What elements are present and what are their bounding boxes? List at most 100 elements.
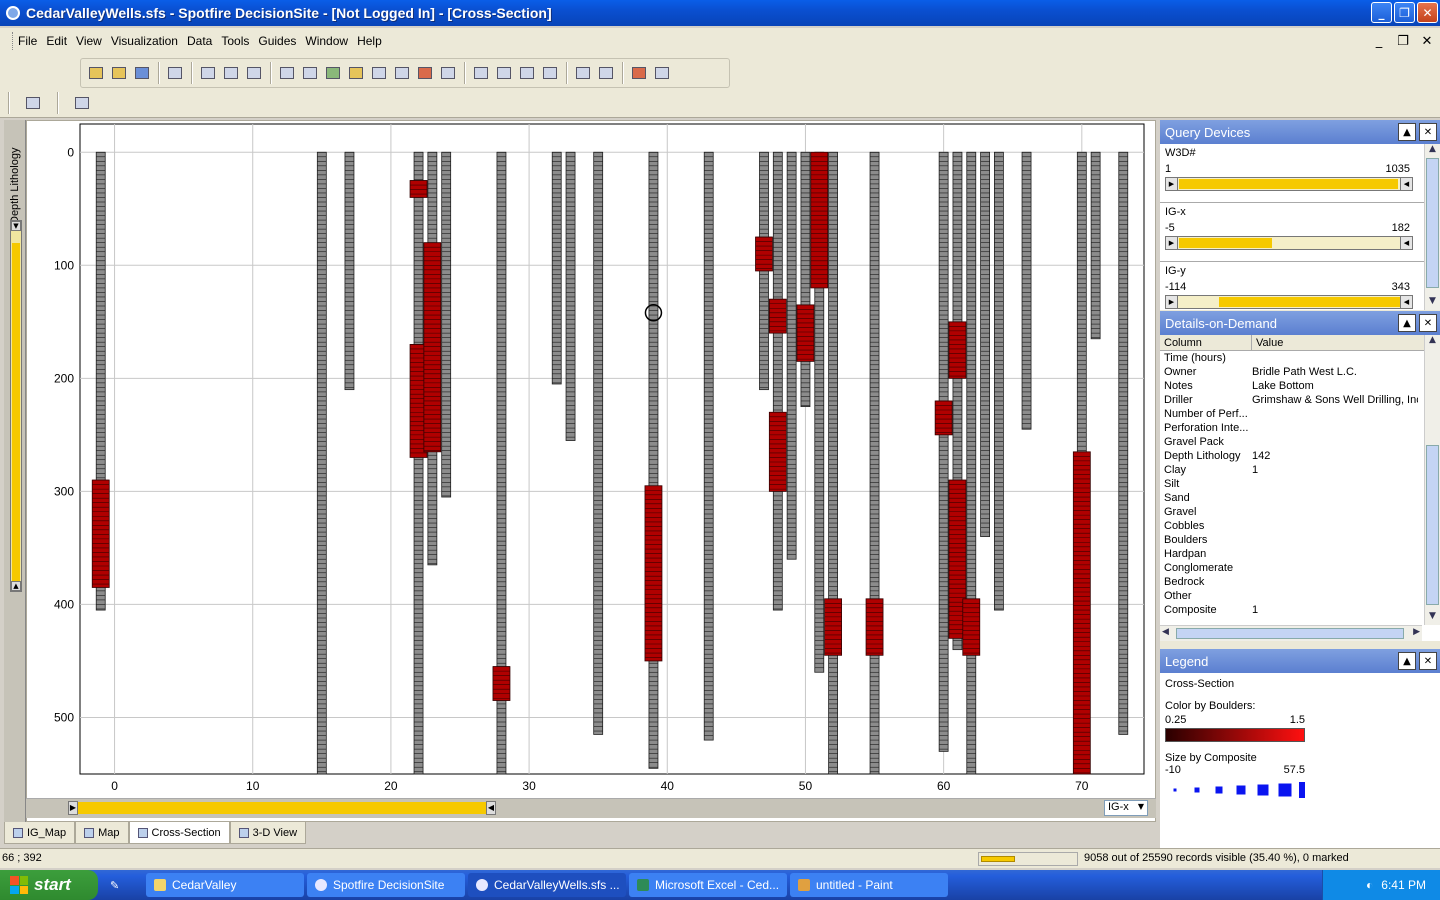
close-icon[interactable]: ✕ bbox=[1419, 123, 1437, 141]
tab-3d-view[interactable]: 3-D View bbox=[229, 822, 307, 844]
minimize-button[interactable]: _ bbox=[1371, 2, 1392, 23]
edit-icon[interactable] bbox=[651, 62, 673, 84]
depth-range-slider[interactable]: ▼ ▲ bbox=[10, 220, 22, 592]
list-icon[interactable] bbox=[595, 62, 617, 84]
layout-icon[interactable] bbox=[470, 62, 492, 84]
taskbar-item-cedarvalley[interactable]: CedarValley bbox=[146, 873, 304, 897]
scroll-left-icon[interactable]: ◀ bbox=[1162, 627, 1169, 637]
range-right-arrow-icon[interactable]: ◀ bbox=[486, 801, 496, 815]
table-icon[interactable] bbox=[437, 62, 459, 84]
save-icon[interactable] bbox=[131, 62, 153, 84]
scroll-thumb[interactable] bbox=[1426, 158, 1439, 288]
scroll-down-icon[interactable]: ▼ bbox=[1425, 611, 1440, 625]
cross-section-plot[interactable]: 0 10 20 30 40 50 60 70 0 100 200 300 400 500 bbox=[26, 120, 1156, 822]
depth-lithology-label[interactable]: Depth Lithology bbox=[6, 124, 24, 224]
menu-help[interactable]: Help bbox=[357, 34, 382, 48]
taskbar-item-excel[interactable]: Microsoft Excel - Ced... bbox=[629, 873, 787, 897]
guide-icon[interactable] bbox=[22, 92, 44, 114]
ig-x-range-fill[interactable] bbox=[78, 802, 486, 814]
scroll-up-icon[interactable]: ▲ bbox=[1425, 335, 1440, 349]
menu-visualization[interactable]: Visualization bbox=[111, 34, 178, 48]
document-minimize-button[interactable]: _ bbox=[1370, 32, 1388, 50]
range-slider-fill[interactable] bbox=[1179, 179, 1398, 189]
range-left-icon[interactable]: ▶ bbox=[1166, 178, 1178, 190]
pie-chart-icon[interactable] bbox=[345, 62, 367, 84]
quick-launch-icon[interactable]: ✎ bbox=[110, 879, 119, 892]
document-close-button[interactable]: ✕ bbox=[1418, 32, 1436, 50]
spotfire-app-icon[interactable] bbox=[6, 6, 20, 20]
range-slider[interactable]: ▶ ◀ bbox=[1165, 295, 1413, 309]
query-devices-scrollbar[interactable]: ▲ ▼ bbox=[1424, 144, 1440, 310]
paste-icon[interactable] bbox=[220, 62, 242, 84]
line-chart-icon[interactable] bbox=[368, 62, 390, 84]
depth-range-fill[interactable] bbox=[12, 243, 20, 581]
copy-icon[interactable] bbox=[197, 62, 219, 84]
range-right-icon[interactable]: ◀ bbox=[1400, 296, 1412, 308]
range-slider[interactable]: ▶ ◀ bbox=[1165, 236, 1413, 250]
tab-cross-section[interactable]: Cross-Section bbox=[128, 822, 230, 844]
scroll-thumb[interactable] bbox=[1176, 628, 1404, 639]
slider-down-icon[interactable]: ▲ bbox=[11, 581, 21, 591]
taskbar-item-paint[interactable]: untitled - Paint bbox=[790, 873, 948, 897]
menu-view[interactable]: View bbox=[76, 34, 102, 48]
details-v-scrollbar[interactable]: ▲ ▼ bbox=[1424, 335, 1440, 625]
slider-up-icon[interactable]: ▼ bbox=[11, 221, 21, 231]
y-tick-label: 400 bbox=[54, 597, 74, 611]
scroll-up-icon[interactable]: ▲ bbox=[1425, 144, 1440, 158]
profile-chart-icon[interactable] bbox=[391, 62, 413, 84]
range-slider-fill[interactable] bbox=[1218, 297, 1401, 307]
column-header[interactable]: Column bbox=[1160, 335, 1252, 350]
heat-map-icon[interactable] bbox=[414, 62, 436, 84]
menu-guides[interactable]: Guides bbox=[258, 34, 296, 48]
tile-horizontal-icon[interactable] bbox=[539, 62, 561, 84]
value-header[interactable]: Value bbox=[1252, 335, 1283, 350]
restore-button[interactable]: ❐ bbox=[1394, 2, 1415, 23]
menu-grip[interactable] bbox=[12, 32, 15, 50]
range-left-icon[interactable]: ▶ bbox=[1166, 296, 1178, 308]
tab-ig-map[interactable]: IG_Map bbox=[4, 822, 76, 844]
tile-vertical-icon[interactable] bbox=[516, 62, 538, 84]
network-icon[interactable]: ◐ bbox=[1366, 878, 1373, 892]
cross-section-svg[interactable]: 0 10 20 30 40 50 60 70 0 100 200 300 400 500 bbox=[27, 121, 1155, 797]
collapse-icon[interactable]: ▲ bbox=[1398, 314, 1416, 332]
print-icon[interactable] bbox=[164, 62, 186, 84]
x-axis-selector[interactable]: IG-x ▼ bbox=[1104, 800, 1148, 816]
menu-file[interactable]: File bbox=[18, 34, 37, 48]
3d-scatter-icon[interactable] bbox=[299, 62, 321, 84]
tab-map[interactable]: Map bbox=[75, 822, 129, 844]
close-icon[interactable]: ✕ bbox=[1419, 314, 1437, 332]
scroll-down-icon[interactable]: ▼ bbox=[1425, 296, 1440, 310]
bar-chart-icon[interactable] bbox=[322, 62, 344, 84]
start-button[interactable]: start bbox=[0, 870, 98, 900]
scroll-right-icon[interactable]: ▶ bbox=[1413, 627, 1420, 637]
range-left-arrow-icon[interactable]: ▶ bbox=[68, 801, 78, 815]
close-icon[interactable]: ✕ bbox=[1419, 652, 1437, 670]
menu-window[interactable]: Window bbox=[305, 34, 348, 48]
menu-data[interactable]: Data bbox=[187, 34, 212, 48]
range-left-icon[interactable]: ▶ bbox=[1166, 237, 1178, 249]
range-right-icon[interactable]: ◀ bbox=[1400, 237, 1412, 249]
details-value bbox=[1252, 561, 1418, 575]
menu-tools[interactable]: Tools bbox=[221, 34, 249, 48]
home-icon[interactable] bbox=[71, 92, 93, 114]
range-right-icon[interactable]: ◀ bbox=[1400, 178, 1412, 190]
menu-edit[interactable]: Edit bbox=[46, 34, 67, 48]
scatter-plot-icon[interactable] bbox=[276, 62, 298, 84]
collapse-icon[interactable]: ▲ bbox=[1398, 652, 1416, 670]
document-restore-button[interactable]: ❐ bbox=[1394, 32, 1412, 50]
properties-icon[interactable] bbox=[572, 62, 594, 84]
open-icon[interactable] bbox=[85, 62, 107, 84]
scroll-thumb[interactable] bbox=[1426, 445, 1439, 605]
cascade-icon[interactable] bbox=[493, 62, 515, 84]
bookmark-icon[interactable] bbox=[628, 62, 650, 84]
ig-x-range-track[interactable]: ▶ ◀ bbox=[26, 798, 1156, 818]
undo-icon[interactable] bbox=[243, 62, 265, 84]
details-h-scrollbar[interactable]: ◀ ▶ bbox=[1160, 625, 1422, 641]
collapse-icon[interactable]: ▲ bbox=[1398, 123, 1416, 141]
taskbar-item-cedarvalleywells[interactable]: CedarValleyWells.sfs ... bbox=[468, 873, 626, 897]
range-slider[interactable]: ▶ ◀ bbox=[1165, 177, 1413, 191]
open-data-icon[interactable] bbox=[108, 62, 130, 84]
taskbar-item-spotfire[interactable]: Spotfire DecisionSite bbox=[307, 873, 465, 897]
range-slider-fill[interactable] bbox=[1179, 238, 1273, 248]
close-button[interactable]: ✕ bbox=[1417, 2, 1438, 23]
